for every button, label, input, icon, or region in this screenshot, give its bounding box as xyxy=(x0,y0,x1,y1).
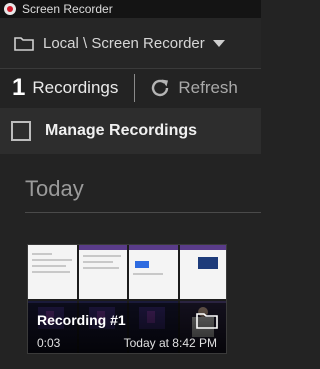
thumbnail-frame xyxy=(28,245,77,299)
location-selector[interactable]: Local \ Screen Recorder xyxy=(0,18,261,69)
location-path: Local \ Screen Recorder xyxy=(43,34,205,52)
recordings-label: Recordings xyxy=(32,78,119,97)
section-heading-today: Today xyxy=(25,176,84,201)
window-title: Screen Recorder xyxy=(22,2,113,16)
toolbar: 1 Recordings Refresh xyxy=(0,68,261,108)
recordings-count: 1 xyxy=(12,74,26,101)
chevron-down-icon[interactable] xyxy=(212,39,225,47)
thumbnail-frame xyxy=(179,245,226,299)
recording-duration: 0:03 xyxy=(37,336,61,350)
manage-recordings-label: Manage Recordings xyxy=(45,122,198,139)
thumbnail-frame xyxy=(129,245,178,299)
recording-title: Recording #1 xyxy=(37,312,126,328)
title-bar: Screen Recorder xyxy=(0,0,261,18)
refresh-icon[interactable] xyxy=(149,77,171,99)
thumbnail-frame xyxy=(78,245,127,299)
refresh-button[interactable]: Refresh xyxy=(178,78,238,98)
manage-recordings-row[interactable]: Manage Recordings xyxy=(0,108,261,154)
recording-date: Today at 8:42 PM xyxy=(123,336,217,350)
manage-recordings-checkbox[interactable] xyxy=(11,121,31,141)
section-divider xyxy=(25,212,261,213)
toolbar-divider xyxy=(134,74,136,102)
recording-card[interactable]: Recording #1 0:03 Today at 8:42 PM xyxy=(27,244,227,354)
record-icon xyxy=(4,3,16,15)
open-folder-icon[interactable] xyxy=(196,311,218,329)
folder-icon xyxy=(14,37,34,51)
